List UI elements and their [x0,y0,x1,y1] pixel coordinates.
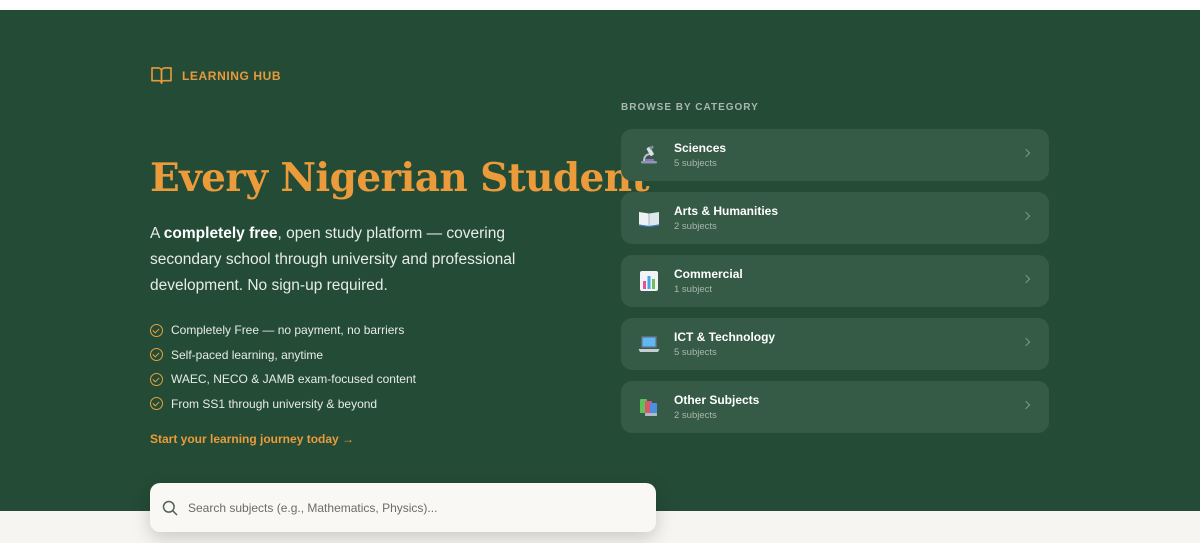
check-circle-icon [150,348,163,362]
feature-item: WAEC, NECO & JAMB exam-focused content [150,367,416,392]
category-text: Arts & Humanities 2 subjects [674,204,778,232]
category-name: ICT & Technology [674,330,776,344]
category-count: 1 subject [674,284,713,295]
bar-chart-icon [638,270,660,292]
feature-item: Completely Free — no payment, no barrier… [150,318,416,343]
category-count: 5 subjects [674,347,717,358]
hub-label-text: LEARNING HUB [182,68,282,83]
lead-prefix: A [150,225,164,242]
chevron-right-icon [1021,211,1031,221]
chevron-right-icon [1021,400,1031,410]
category-text: Sciences 5 subjects [674,141,726,169]
microscope-icon [638,144,660,166]
search-input[interactable] [188,500,628,515]
hero-title: Every Nigerian Student [150,155,649,201]
category-count: 5 subjects [674,158,717,169]
feature-item: Self-paced learning, anytime [150,343,416,368]
feature-list: Completely Free — no payment, no barrier… [150,318,416,416]
search-bar [150,483,656,532]
book-icon [151,66,172,85]
category-name: Commercial [674,267,743,281]
category-text: ICT & Technology 5 subjects [674,330,775,358]
category-text: Other Subjects 2 subjects [674,393,759,421]
chevron-right-icon [1021,337,1031,347]
laptop-icon [638,333,660,355]
learning-hub-label: LEARNING HUB [151,66,281,85]
browse-heading: BROWSE BY CATEGORY [621,102,759,113]
check-circle-icon [150,397,163,411]
books-icon [638,396,660,418]
category-list: Sciences 5 subjects Arts & Humanities 2 … [621,129,1049,444]
start-learning-link[interactable]: Start your learning journey today → [150,432,354,446]
category-card-arts-humanities[interactable]: Arts & Humanities 2 subjects [621,192,1049,244]
check-circle-icon [150,372,163,386]
chevron-right-icon [1021,274,1031,284]
category-count: 2 subjects [674,410,717,421]
category-card-commercial[interactable]: Commercial 1 subject [621,255,1049,307]
chevron-right-icon [1021,148,1031,158]
lead-bold: completely free [163,225,278,242]
category-count: 2 subjects [674,221,717,232]
check-circle-icon [150,323,163,337]
category-name: Arts & Humanities [674,204,779,218]
feature-text: Self-paced learning, anytime [171,347,324,362]
category-card-other-subjects[interactable]: Other Subjects 2 subjects [621,381,1049,433]
hero-description: A completely free, open study platform —… [150,221,550,299]
category-name: Other Subjects [674,393,760,407]
category-text: Commercial 1 subject [674,267,743,295]
open-book-icon [638,207,660,229]
top-strip [0,0,1200,10]
feature-item: From SS1 through university & beyond [150,392,416,417]
feature-text: From SS1 through university & beyond [171,396,378,411]
feature-text: Completely Free — no payment, no barrier… [171,323,405,338]
category-name: Sciences [674,141,727,155]
search-icon [162,500,178,516]
feature-text: WAEC, NECO & JAMB exam-focused content [171,372,416,387]
category-card-ict-technology[interactable]: ICT & Technology 5 subjects [621,318,1049,370]
category-card-sciences[interactable]: Sciences 5 subjects [621,129,1049,181]
